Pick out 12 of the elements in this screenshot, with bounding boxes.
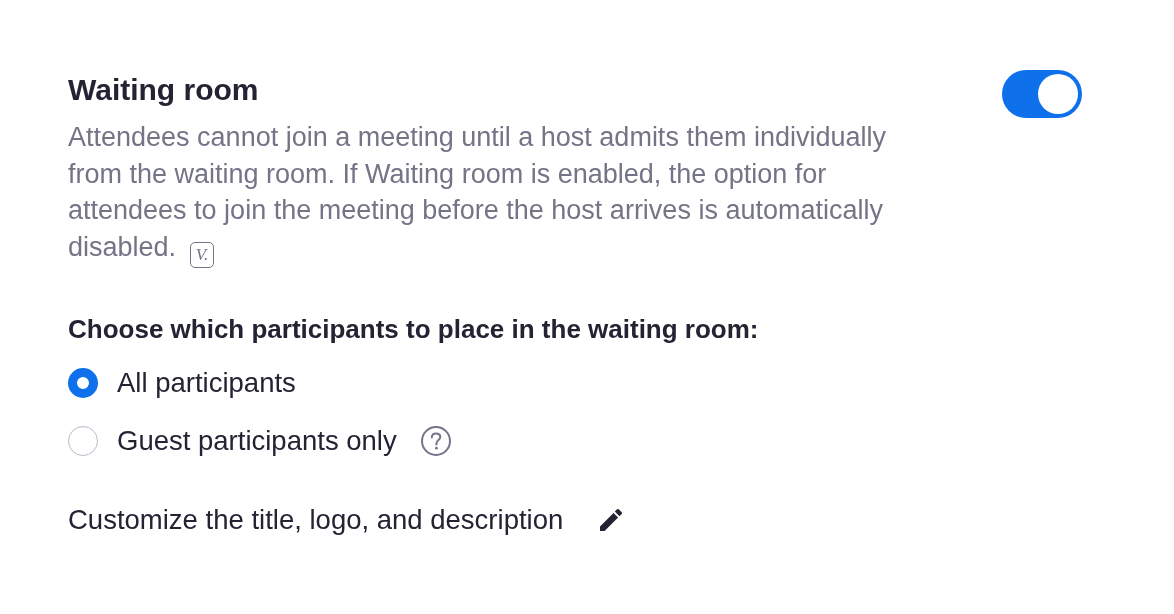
radio-button[interactable] bbox=[68, 367, 98, 398]
option-label[interactable]: All participants bbox=[117, 366, 296, 399]
customize-label: Customize the title, logo, and description bbox=[68, 503, 564, 536]
section-heading: Choose which participants to place in the waiting room: bbox=[68, 313, 760, 344]
toggle-switch[interactable] bbox=[1002, 70, 1082, 118]
radio-button[interactable] bbox=[68, 425, 98, 456]
help-icon[interactable] bbox=[420, 425, 451, 456]
setting-description: Attendees cannot join a meeting until a host admits them individually from the waiting room. If Waiting room is enabled, the option for attendees to join the meeting before the host arrives is automatically disabled. V. bbox=[68, 119, 916, 268]
option-label[interactable]: Guest participants only bbox=[117, 424, 397, 457]
pencil-icon[interactable] bbox=[600, 508, 623, 531]
version-badge: V. bbox=[190, 241, 215, 268]
setting-title: Waiting room bbox=[68, 72, 260, 108]
